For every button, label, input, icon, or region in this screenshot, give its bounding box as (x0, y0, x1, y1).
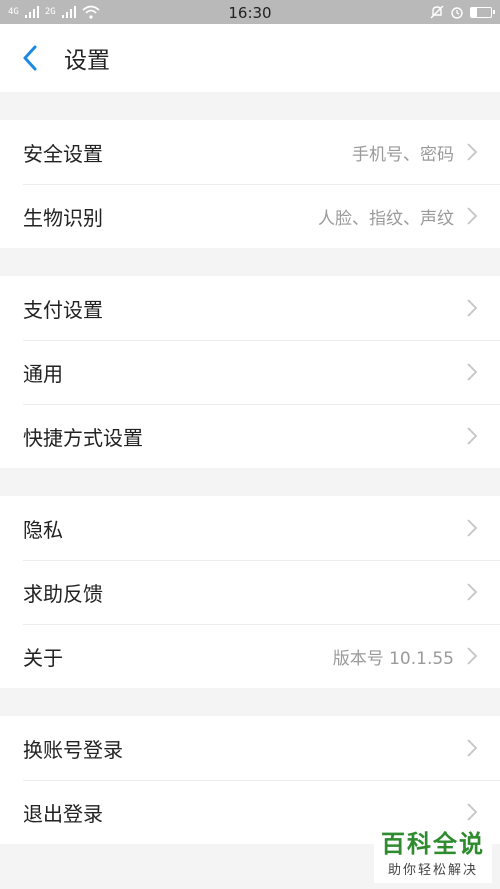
settings-row-security[interactable]: 安全设置 手机号、密码 (0, 120, 500, 184)
settings-group: 隐私 求助反馈 关于 版本号 10.1.55 (0, 496, 500, 688)
version-value: 版本号 10.1.55 (332, 648, 454, 669)
signal-bars-icon (24, 6, 39, 18)
settings-group: 支付设置 通用 快捷方式设置 (0, 276, 500, 468)
chevron-right-icon (467, 583, 478, 601)
chevron-right-icon (467, 519, 478, 537)
row-label: 快捷方式设置 (23, 425, 143, 450)
row-value: 手机号、密码 (352, 144, 454, 165)
status-right (430, 5, 495, 19)
watermark-sub: 助你轻松解决 (387, 863, 478, 878)
chevron-right-icon (467, 427, 478, 445)
row-label: 生物识别 (23, 205, 103, 230)
settings-row-general[interactable]: 通用 (0, 340, 500, 404)
mute-bell-icon (430, 5, 444, 19)
settings-row-shortcuts[interactable]: 快捷方式设置 (0, 404, 500, 468)
row-label: 关于 (23, 645, 63, 670)
settings-row-feedback[interactable]: 求助反馈 (0, 560, 500, 624)
settings-row-payment[interactable]: 支付设置 (0, 276, 500, 340)
chevron-right-icon (467, 143, 478, 161)
signal-4g-label: 4G (8, 6, 19, 17)
battery-icon (470, 6, 495, 18)
chevron-right-icon (467, 207, 478, 225)
row-value: 人脸、指纹、声纹 (318, 208, 454, 229)
header: 设置 (0, 24, 500, 92)
settings-row-privacy[interactable]: 隐私 (0, 496, 500, 560)
status-bar: 4G 2G (0, 0, 500, 24)
watermark: 百科全说 助你轻松解决 (374, 829, 492, 883)
alarm-clock-icon (451, 7, 463, 19)
settings-row-biometric[interactable]: 生物识别 人脸、指纹、声纹 (0, 184, 500, 248)
row-label: 退出登录 (23, 801, 103, 826)
back-button[interactable] (22, 43, 52, 73)
settings-group: 安全设置 手机号、密码 生物识别 人脸、指纹、声纹 (0, 120, 500, 248)
signal-bars-icon (61, 6, 76, 18)
chevron-right-icon (467, 363, 478, 381)
row-label: 支付设置 (23, 297, 103, 322)
signal-2g-label: 2G (44, 6, 56, 17)
chevron-right-icon (467, 739, 478, 757)
row-label: 安全设置 (23, 141, 103, 166)
settings-group: 换账号登录 退出登录 (0, 716, 500, 844)
row-label: 通用 (23, 361, 63, 386)
row-label: 换账号登录 (23, 737, 123, 762)
settings-row-switch-account[interactable]: 换账号登录 (0, 716, 500, 780)
chevron-right-icon (467, 299, 478, 317)
chevron-right-icon (467, 803, 478, 821)
settings-row-about[interactable]: 关于 版本号 10.1.55 (0, 624, 500, 688)
row-label: 隐私 (23, 517, 63, 542)
row-label: 求助反馈 (23, 581, 103, 606)
status-left: 4G 2G (8, 5, 100, 19)
wifi-icon (82, 5, 100, 19)
chevron-right-icon (467, 647, 478, 665)
page-title: 设置 (64, 48, 110, 74)
watermark-main: 百科全说 (381, 830, 485, 858)
back-arrow-icon (23, 45, 37, 71)
